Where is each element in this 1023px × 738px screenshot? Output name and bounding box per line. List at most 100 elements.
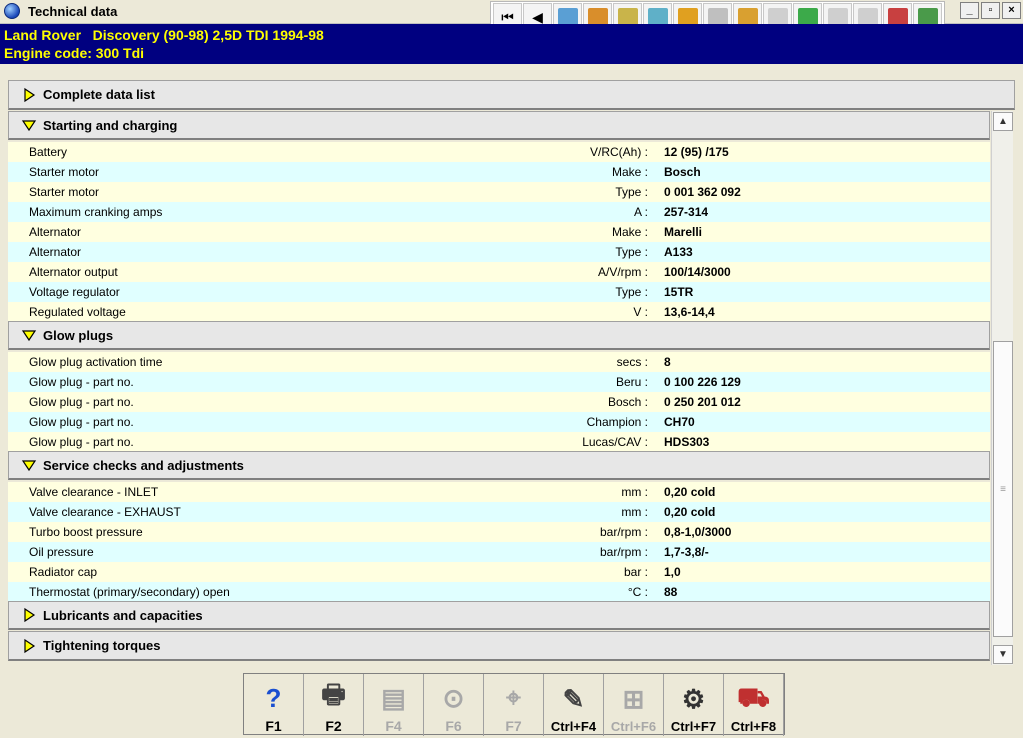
ctrl-f8-button[interactable]: ⛟ Ctrl+F8 — [724, 674, 784, 736]
f2-print-icon: 🖶 — [321, 679, 346, 709]
row-unit: Type : — [615, 285, 648, 299]
data-row: Glow plug - part no. Bosch : 0 250 201 012 — [8, 392, 990, 412]
section-title: Glow plugs — [43, 327, 114, 343]
row-label: Thermostat (primary/secondary) open — [29, 585, 230, 599]
data-row: Maximum cranking amps A : 257-314 — [8, 202, 990, 222]
globe-icon — [4, 3, 20, 19]
function-key-label: Ctrl+F6 — [610, 719, 657, 734]
data-row: Glow plug - part no. Beru : 0 100 226 129 — [8, 372, 990, 392]
ctrl-f6-button[interactable]: ⊞ Ctrl+F6 — [604, 674, 664, 736]
arrow-down-icon — [21, 457, 37, 473]
row-unit: Type : — [615, 185, 648, 199]
row-unit: Bosch : — [607, 395, 648, 409]
data-row: Alternator Make : Marelli — [8, 222, 990, 242]
row-label: Alternator output — [29, 265, 118, 279]
f1-help-button[interactable]: ? F1 — [244, 674, 304, 736]
row-value: 8 — [664, 355, 671, 369]
row-unit: secs : — [616, 355, 648, 369]
row-value: 0 001 362 092 — [664, 185, 741, 199]
row-value: A133 — [664, 245, 693, 259]
f7-button[interactable]: ⌖ F7 — [484, 674, 544, 736]
f4-button[interactable]: ▤ F4 — [364, 674, 424, 736]
data-row: Thermostat (primary/secondary) open °C : 8… — [8, 582, 990, 602]
row-unit: Type : — [615, 245, 648, 259]
row-unit: mm : — [621, 485, 648, 499]
row-unit: V : — [633, 305, 648, 319]
row-unit: Make : — [611, 165, 648, 179]
section-title: Starting and charging — [43, 117, 178, 133]
row-value: 0,20 cold — [664, 485, 716, 499]
row-value: 0 100 226 129 — [664, 375, 741, 389]
section-title: Tightening torques — [43, 638, 161, 653]
row-value: 1,7-3,8/- — [664, 545, 709, 559]
section-title: Lubricants and capacities — [43, 607, 203, 623]
row-label: Glow plug - part no. — [29, 415, 134, 429]
f6-button[interactable]: ⊙ F6 — [424, 674, 484, 736]
glow-rows: Glow plug activation time secs :8 Glow plu… — [8, 352, 990, 452]
row-value: 0,20 cold — [664, 505, 716, 519]
arrow-down-icon — [21, 327, 37, 343]
scroll-down-button[interactable]: ▼ — [993, 645, 1013, 664]
row-value: 13,6-14,4 — [664, 305, 715, 319]
row-unit: bar : — [623, 565, 648, 579]
scroll-up-button[interactable]: ▲ — [993, 112, 1013, 131]
arrow-right-icon — [21, 87, 37, 103]
row-value: CH70 — [664, 415, 695, 429]
ctrl-f7-icon: ⚙ — [681, 683, 706, 714]
row-unit: Lucas/CAV : — [582, 435, 648, 449]
scroll-thumb[interactable]: ≡ — [993, 341, 1013, 637]
row-label: Valve clearance - EXHAUST — [29, 505, 181, 519]
ctrl-f4-button[interactable]: ✎ Ctrl+F4 — [544, 674, 604, 736]
data-row: Alternator output A/V/rpm : 100/14/3000 — [8, 262, 990, 282]
section-lubricants-and-capacities[interactable]: Lubricants and capacities — [8, 601, 990, 630]
ctrl-f4-icon: ✎ — [562, 683, 585, 714]
engine-code: Engine code: 300 Tdi — [4, 45, 145, 61]
row-label: Battery — [29, 145, 68, 159]
f2-print-button[interactable]: 🖶 F2 — [304, 674, 364, 736]
data-row: Battery V/RC(Ah) : 12 (95) /175 — [8, 142, 990, 162]
starting-rows: Battery V/RC(Ah) : 12 (95) /175 Starter mot… — [8, 142, 990, 322]
section-service-checks[interactable]: Service checks and adjustments — [8, 451, 990, 480]
close-button[interactable]: × — [1002, 2, 1021, 19]
row-value: HDS303 — [664, 435, 710, 449]
row-label: Glow plug - part no. — [29, 395, 134, 409]
row-label: Turbo boost pressure — [29, 525, 143, 539]
section-complete-data-list[interactable]: Complete data list — [8, 80, 1015, 110]
section-starting-and-charging[interactable]: Starting and charging — [8, 111, 990, 140]
function-key-label: F1 — [265, 718, 282, 734]
row-unit: Make : — [611, 225, 648, 239]
row-label: Glow plug - part no. — [29, 435, 134, 449]
section-tightening-torques[interactable]: Tightening torques — [8, 631, 990, 661]
row-value: 88 — [664, 585, 678, 599]
data-panel: Complete data list Starting and charging… — [8, 80, 1015, 665]
ctrl-f7-button[interactable]: ⚙ Ctrl+F7 — [664, 674, 724, 736]
function-key-bar: ? F1 🖶 F2 ▤ F4 ⊙ F6 ⌖ F7 ✎ Ctrl+F4 ⊞ Ctrl+F6 ⚙ Ctrl+F7 ⛟… — [243, 673, 785, 736]
row-unit: Beru : — [615, 375, 648, 389]
f7-icon: ⌖ — [506, 682, 521, 712]
function-key-label: Ctrl+F8 — [730, 719, 777, 734]
row-label: Maximum cranking amps — [29, 205, 163, 219]
row-unit: A/V/rpm : — [597, 265, 648, 279]
service-rows: Valve clearance - INLET mm :0,20 cold Valv… — [8, 482, 990, 602]
row-label: Alternator — [29, 225, 82, 239]
restore-button[interactable]: ▫ — [981, 2, 1000, 19]
section-glow-plugs[interactable]: Glow plugs — [8, 321, 990, 350]
title-bar: Technical data ⏮ ◀ _ ▫ × — [0, 0, 1023, 31]
row-value: 1,0 — [664, 565, 681, 579]
function-key-label: F4 — [385, 718, 402, 734]
vertical-scrollbar[interactable]: ▲ ≡ ▼ — [991, 111, 1013, 665]
row-value: 0 250 201 012 — [664, 395, 741, 409]
f1-help-icon: ? — [265, 682, 282, 713]
row-label: Valve clearance - INLET — [29, 485, 159, 499]
data-row: Oil pressure bar/rpm : 1,7-3,8/- — [8, 542, 990, 562]
arrow-right-icon — [21, 638, 37, 654]
data-row: Turbo boost pressure bar/rpm : 0,8-1,0/300… — [8, 522, 990, 542]
minimize-button[interactable]: _ — [960, 2, 979, 19]
data-row: Valve clearance - INLET mm : 0,20 cold — [8, 482, 990, 502]
data-row: Glow plug - part no. Champion : CH70 — [8, 412, 990, 432]
data-row: Regulated voltage V : 13,6-14,4 — [8, 302, 990, 322]
function-key-label: Ctrl+F4 — [550, 719, 597, 734]
data-row: Glow plug - part no. Lucas/CAV : HDS303 — [8, 432, 990, 452]
function-key-label: F7 — [505, 718, 522, 734]
data-row: Alternator Type : A133 — [8, 242, 990, 262]
